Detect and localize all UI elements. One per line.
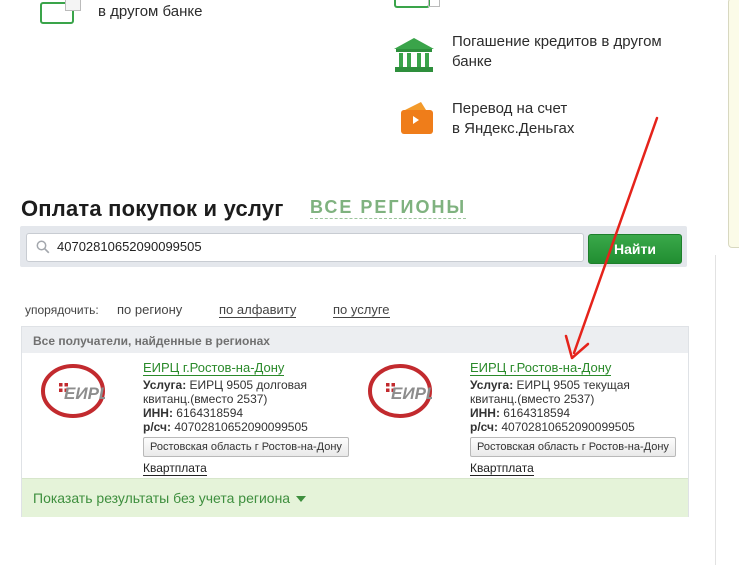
annotation-arrow [564, 116, 659, 360]
